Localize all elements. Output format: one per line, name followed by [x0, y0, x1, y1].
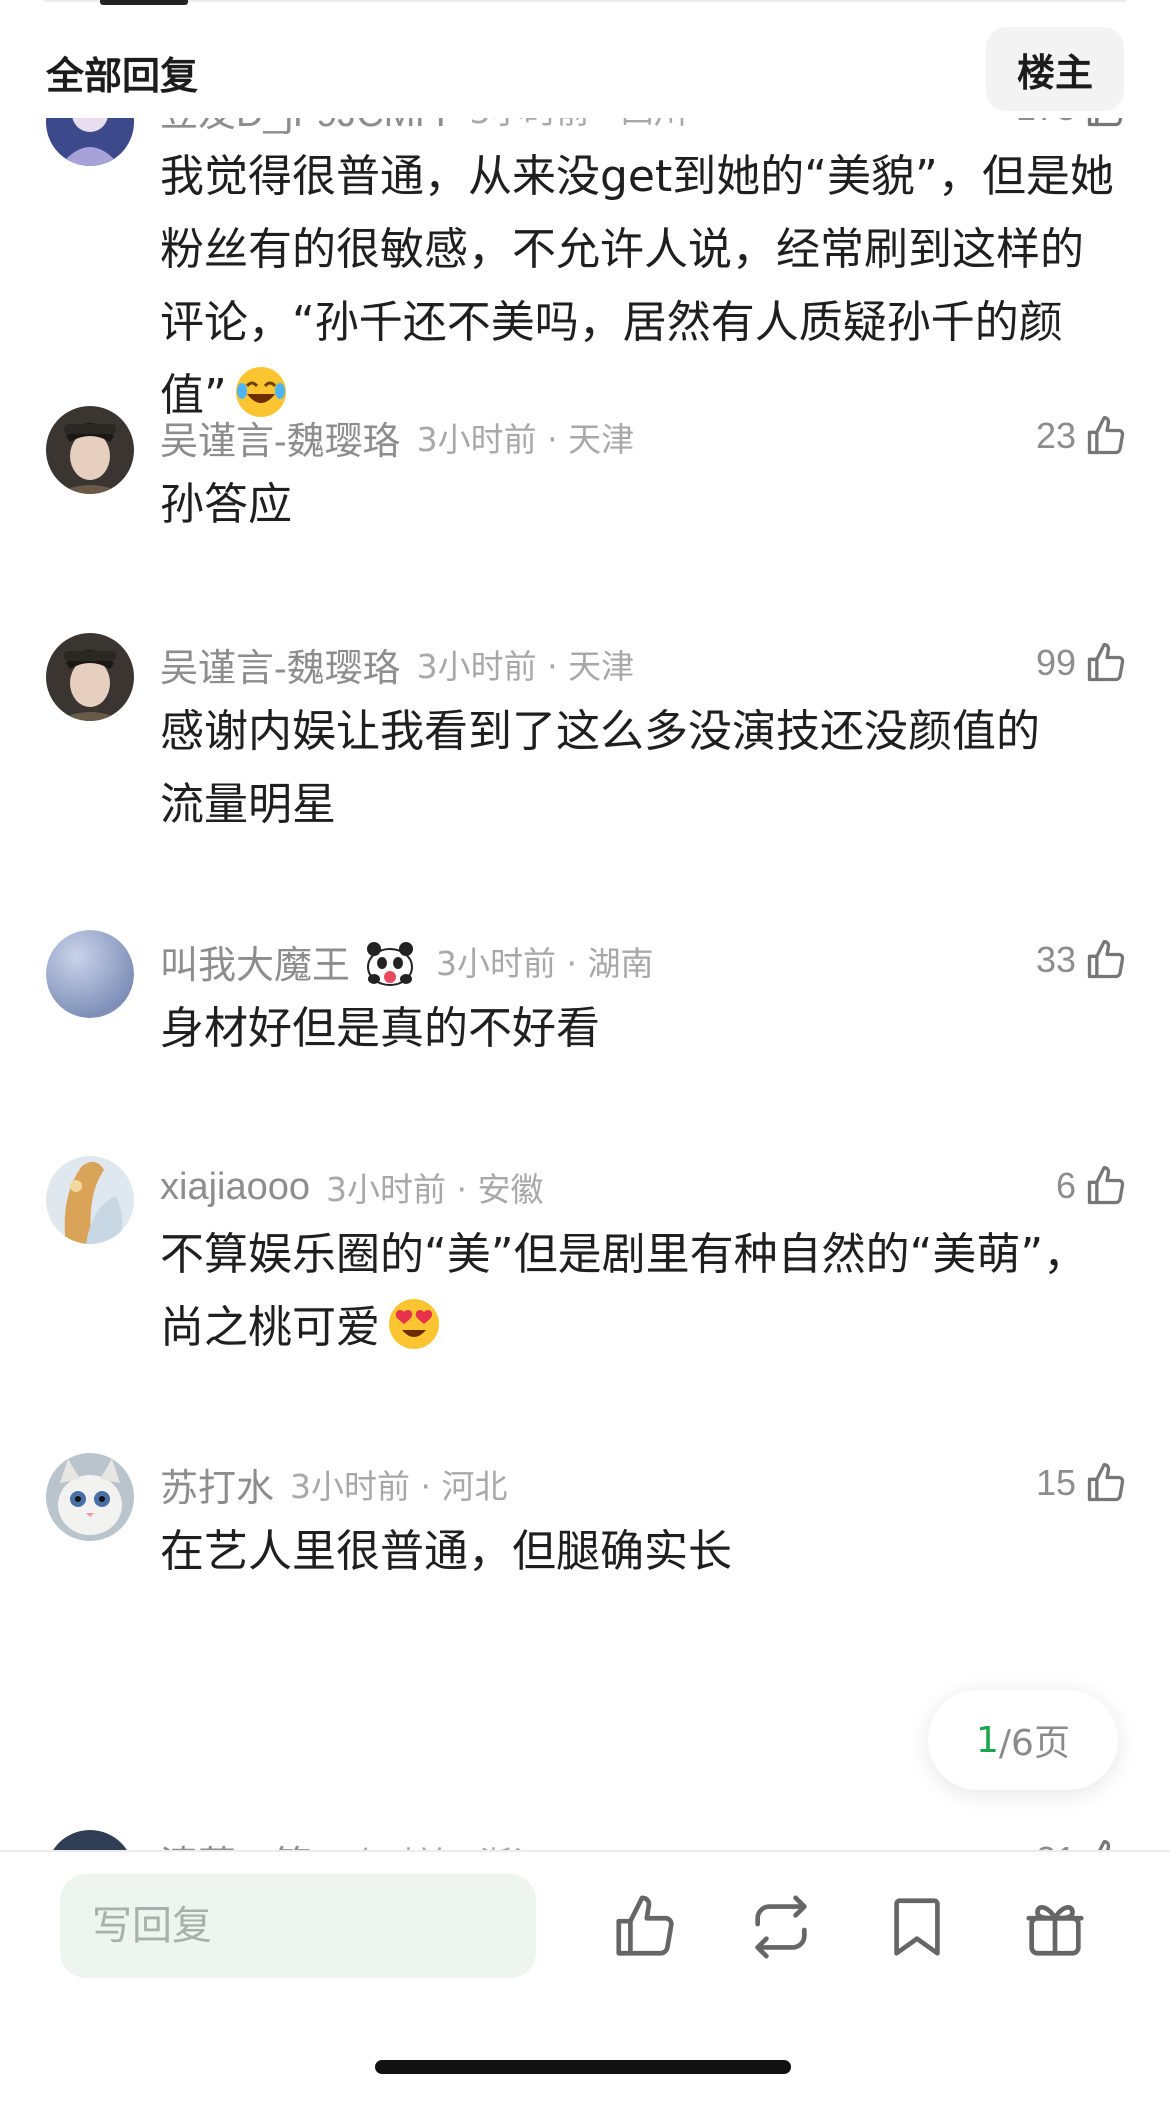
- like-control[interactable]: 99: [1036, 635, 1128, 691]
- username[interactable]: xiajiaooo: [160, 1166, 310, 1209]
- thumbs-up-icon[interactable]: [1084, 1164, 1128, 1208]
- reply-input[interactable]: [60, 1874, 536, 1978]
- comment-meta: 叫我大魔王 3小时前 · 湖南: [160, 934, 654, 989]
- owner-only-button[interactable]: 楼主: [986, 27, 1124, 111]
- avatar[interactable]: [46, 930, 134, 1018]
- like-count: 6: [1055, 1165, 1076, 1206]
- like-count: 15: [1035, 1462, 1076, 1503]
- gift-icon[interactable]: [1020, 1892, 1090, 1962]
- heart-eyes-emoji: [389, 1299, 439, 1349]
- timestamp-location: 3小时前 · 安徽: [326, 1170, 544, 1209]
- like-control[interactable]: 15: [1036, 1455, 1128, 1511]
- comment-meta: xiajiaooo 3小时前 · 安徽: [160, 1162, 543, 1212]
- comment-text: 身材好但是真的不好看: [160, 1003, 600, 1054]
- avatar[interactable]: [46, 406, 134, 494]
- comment-text: 感谢内娱让我看到了这么多没演技还没颜值的流量明星: [160, 706, 1040, 830]
- username[interactable]: 吴谨言-魏璎珞: [160, 410, 401, 465]
- timestamp-location: 3小时前 · 天津: [416, 647, 635, 686]
- like-count: 173: [1016, 118, 1076, 129]
- total-pages: /6页: [998, 1723, 1070, 1764]
- comment-meta: 吴谨言-魏璎珞 3小时前 · 天津: [160, 410, 635, 465]
- thumbs-up-icon[interactable]: [1084, 938, 1128, 982]
- top-divider: [44, 0, 1126, 2]
- timestamp-location: 3小时前 · 河北: [290, 1467, 508, 1506]
- comment-meta: 苏打水 3小时前 · 河北: [160, 1457, 508, 1512]
- tab-indicator: [100, 0, 188, 5]
- username[interactable]: 豆友D_jF9JCMrY: [160, 118, 453, 137]
- timestamp-location: 3小时前 · 天津: [416, 420, 635, 459]
- panda-badge-icon: [367, 942, 414, 986]
- like-icon[interactable]: [610, 1892, 680, 1962]
- replies-header: 全部回复 楼主: [0, 25, 1170, 113]
- timestamp-location: 3小时前 · 四川: [469, 118, 686, 133]
- current-page: 1: [976, 1719, 999, 1761]
- thumbs-up-icon[interactable]: [1084, 118, 1128, 130]
- comment-list: 豆友D_jF9JCMrY 3小时前 · 四川 173 我觉得很普通，从来没get…: [0, 118, 1170, 1858]
- header-title: 全部回复: [46, 54, 199, 98]
- timestamp-location: 3小时前 · 湖南: [436, 944, 654, 983]
- avatar[interactable]: [46, 1453, 134, 1541]
- like-control[interactable]: 173: [1016, 118, 1128, 136]
- avatar[interactable]: [46, 118, 134, 166]
- thumbs-up-icon[interactable]: [1084, 1461, 1128, 1505]
- avatar[interactable]: [46, 1156, 134, 1244]
- comment-text: 在艺人里很普通，但腿确实长: [160, 1526, 732, 1577]
- home-indicator[interactable]: [375, 2060, 791, 2074]
- avatar[interactable]: [46, 633, 134, 721]
- like-control[interactable]: 23: [1036, 408, 1128, 464]
- like-count: 99: [1035, 642, 1076, 683]
- thumbs-up-icon[interactable]: [1084, 641, 1128, 685]
- bookmark-icon[interactable]: [882, 1892, 952, 1962]
- repost-icon[interactable]: [746, 1892, 816, 1962]
- like-count: 23: [1035, 415, 1076, 456]
- bottom-action-bar: [0, 1850, 1170, 2112]
- username[interactable]: 苏打水: [160, 1457, 274, 1512]
- username[interactable]: 吴谨言-魏璎珞: [160, 637, 401, 692]
- comment-meta: 豆友D_jF9JCMrY 3小时前 · 四川: [160, 118, 687, 137]
- like-control[interactable]: 6: [1056, 1158, 1128, 1214]
- page-indicator[interactable]: 1 /6页: [928, 1690, 1118, 1790]
- comment-text: 孙答应: [160, 479, 292, 530]
- comment-text: 我觉得很普通，从来没get到她的“美貌”，但是她粉丝有的很敏感，不允许人说，经常…: [160, 151, 1114, 421]
- comment-meta: 吴谨言-魏璎珞 3小时前 · 天津: [160, 637, 635, 692]
- like-count: 33: [1035, 939, 1076, 980]
- comment-text: 不算娱乐圈的“美”但是剧里有种自然的“美萌”，尚之桃可爱: [160, 1229, 1088, 1353]
- like-control[interactable]: 33: [1036, 932, 1128, 988]
- username[interactable]: 叫我大魔王: [160, 934, 350, 989]
- thumbs-up-icon[interactable]: [1084, 414, 1128, 458]
